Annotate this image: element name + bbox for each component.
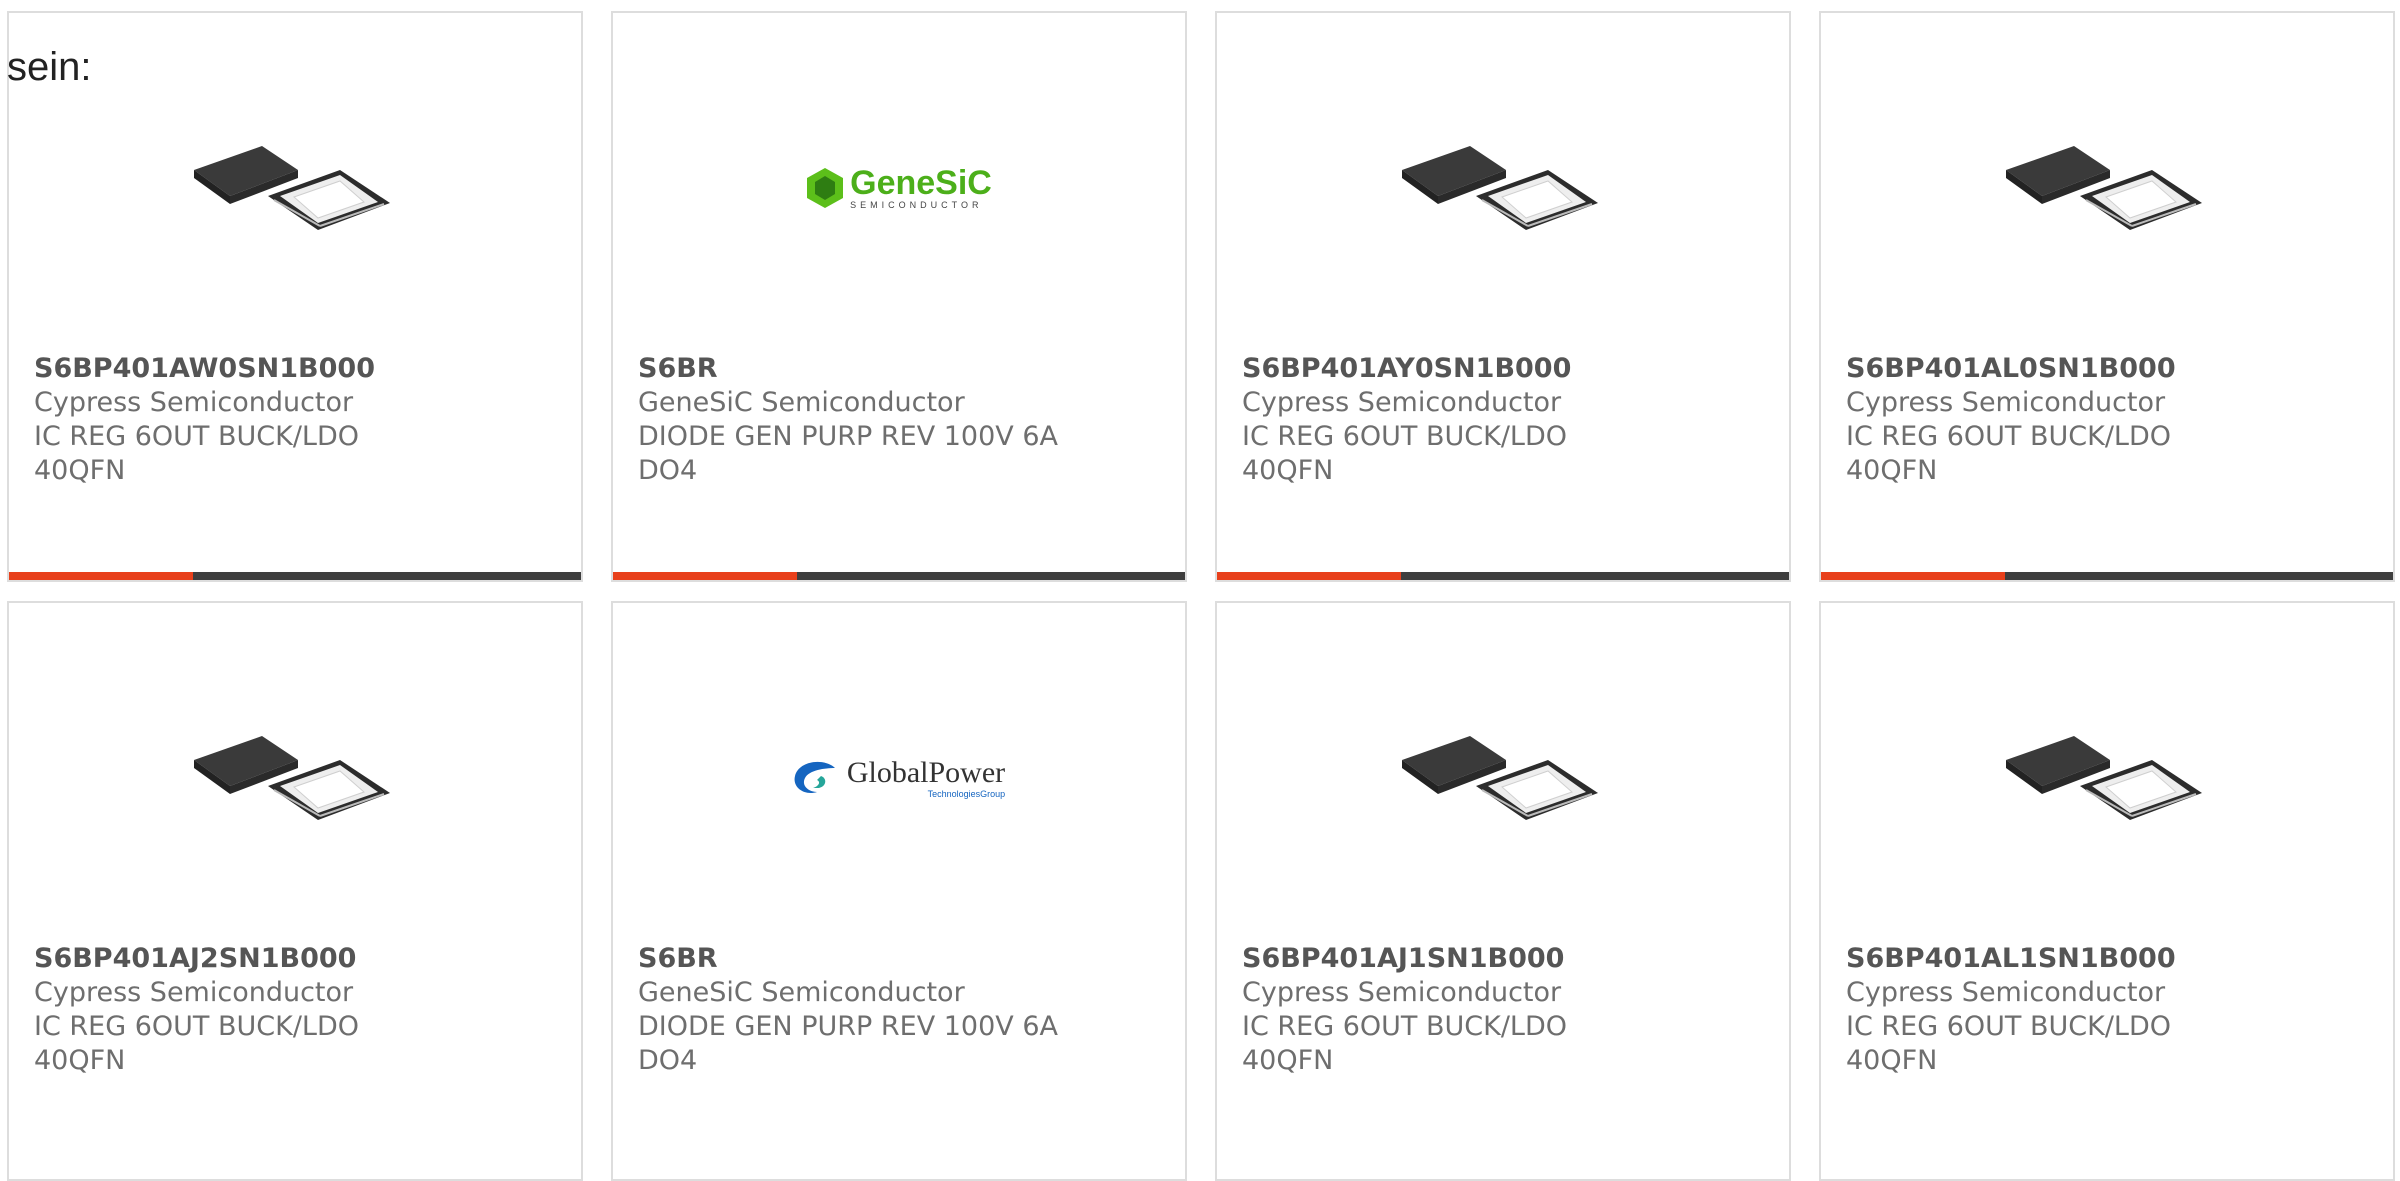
part-description: IC REG 6OUT BUCK/LDO 40QFN: [34, 421, 360, 486]
product-card[interactable]: GeneSiC SEMICONDUCTOR S6BR GeneSiC Semic…: [611, 11, 1187, 582]
part-number[interactable]: S6BP401AL0SN1B000: [1846, 352, 2366, 386]
qfn-chip-icon: [194, 736, 390, 820]
part-number[interactable]: S6BP401AJ1SN1B000: [1242, 942, 1762, 976]
part-description: IC REG 6OUT BUCK/LDO 40QFN: [1846, 421, 2172, 486]
part-number[interactable]: S6BR: [638, 942, 1158, 976]
product-card[interactable]: S6BP401AL1SN1B000 Cypress Semiconductor …: [1819, 601, 2395, 1181]
product-thumbnail: [2006, 678, 2206, 878]
part-description: IC REG 6OUT BUCK/LDO 40QFN: [34, 1011, 360, 1076]
globalpower-logo: GlobalPower TechnologiesGroup: [791, 757, 1005, 799]
manufacturer-name: Cypress Semiconductor: [1242, 387, 1562, 418]
part-number[interactable]: S6BP401AJ2SN1B000: [34, 942, 554, 976]
part-number[interactable]: S6BP401AW0SN1B000: [34, 352, 554, 386]
manufacturer-name: GeneSiC Semiconductor: [638, 387, 965, 418]
qfn-chip-icon: [2006, 736, 2202, 820]
part-description: IC REG 6OUT BUCK/LDO 40QFN: [1846, 1011, 2172, 1076]
globalpower-logo-tagline: TechnologiesGroup: [927, 789, 1006, 799]
card-accent-segment: [1217, 572, 1401, 580]
card-accent-segment: [613, 572, 797, 580]
part-description: IC REG 6OUT BUCK/LDO 40QFN: [1242, 1011, 1568, 1076]
qfn-chip-icon: [194, 146, 390, 230]
product-thumbnail: GlobalPower TechnologiesGroup: [794, 678, 1005, 878]
product-card[interactable]: S6BP401AJ2SN1B000 Cypress Semiconductor …: [7, 601, 583, 1181]
product-card[interactable]: S6BP401AL0SN1B000 Cypress Semiconductor …: [1819, 11, 2395, 582]
product-card[interactable]: S6BP401AY0SN1B000 Cypress Semiconductor …: [1215, 11, 1791, 582]
manufacturer-name: Cypress Semiconductor: [34, 977, 354, 1008]
part-number[interactable]: S6BP401AL1SN1B000: [1846, 942, 2366, 976]
product-card[interactable]: S6BP401AW0SN1B000 Cypress Semiconductor …: [7, 11, 583, 582]
manufacturer-name: Cypress Semiconductor: [1846, 387, 2166, 418]
genesic-logo-tagline: SEMICONDUCTOR: [850, 200, 983, 210]
card-footer-bar: [1821, 572, 2393, 580]
globalpower-logo-name: GlobalPower: [846, 756, 1006, 789]
manufacturer-name: Cypress Semiconductor: [1242, 977, 1562, 1008]
product-grid: S6BP401AW0SN1B000 Cypress Semiconductor …: [0, 0, 2400, 1181]
product-thumbnail: [194, 678, 394, 878]
card-footer-bar: [1217, 572, 1789, 580]
card-footer-bar: [9, 572, 581, 580]
product-thumbnail: [1402, 88, 1602, 288]
genesic-logo: GeneSiC SEMICONDUCTOR: [804, 166, 992, 210]
part-number[interactable]: S6BR: [638, 352, 1158, 386]
product-thumbnail: [2006, 88, 2206, 288]
product-card[interactable]: S6BP401AJ1SN1B000 Cypress Semiconductor …: [1215, 601, 1791, 1181]
product-thumbnail: [194, 88, 394, 288]
product-thumbnail: [1402, 678, 1602, 878]
part-description: DIODE GEN PURP REV 100V 6A DO4: [638, 1011, 1058, 1076]
genesic-hexagon-icon: [807, 168, 844, 208]
qfn-chip-icon: [2006, 146, 2202, 230]
manufacturer-name: GeneSiC Semiconductor: [638, 977, 965, 1008]
product-thumbnail: GeneSiC SEMICONDUCTOR: [798, 88, 998, 288]
globalpower-swirl-icon: [794, 761, 835, 794]
manufacturer-name: Cypress Semiconductor: [34, 387, 354, 418]
card-accent-segment: [9, 572, 193, 580]
manufacturer-name: Cypress Semiconductor: [1846, 977, 2166, 1008]
part-number[interactable]: S6BP401AY0SN1B000: [1242, 352, 1762, 386]
part-description: IC REG 6OUT BUCK/LDO 40QFN: [1242, 421, 1568, 486]
genesic-logo-name: GeneSiC: [850, 164, 992, 202]
card-accent-segment: [1821, 572, 2005, 580]
page-prefix-text: sein:: [7, 45, 92, 89]
product-card[interactable]: GlobalPower TechnologiesGroup S6BR GeneS…: [611, 601, 1187, 1181]
card-footer-bar: [613, 572, 1185, 580]
qfn-chip-icon: [1402, 146, 1598, 230]
part-description: DIODE GEN PURP REV 100V 6A DO4: [638, 421, 1058, 486]
qfn-chip-icon: [1402, 736, 1598, 820]
